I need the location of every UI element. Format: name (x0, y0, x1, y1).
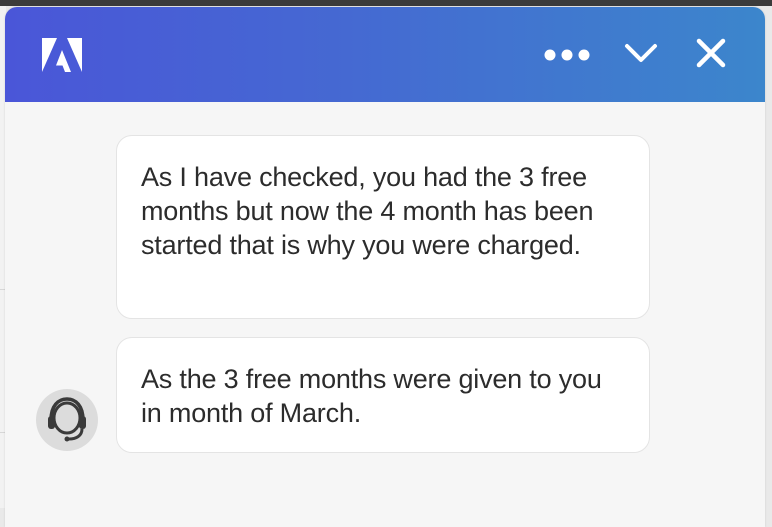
more-options-button[interactable] (541, 37, 593, 73)
agent-message-bubble: As I have checked, you had the 3 free mo… (116, 135, 650, 319)
minimize-chat-button[interactable] (619, 37, 663, 73)
agent-message-bubble: As the 3 free months were given to you i… (116, 337, 650, 453)
more-horizontal-icon (544, 46, 590, 65)
headset-agent-icon (43, 394, 91, 446)
close-icon (696, 38, 726, 72)
agent-avatar (36, 389, 98, 451)
background-app-strip (0, 0, 772, 6)
chat-window: As I have checked, you had the 3 free mo… (5, 7, 765, 527)
chat-header (5, 7, 765, 102)
chevron-down-icon (624, 43, 658, 67)
message-list: As I have checked, you had the 3 free mo… (5, 102, 765, 527)
adobe-logo-icon (42, 38, 82, 72)
close-chat-button[interactable] (691, 37, 731, 73)
